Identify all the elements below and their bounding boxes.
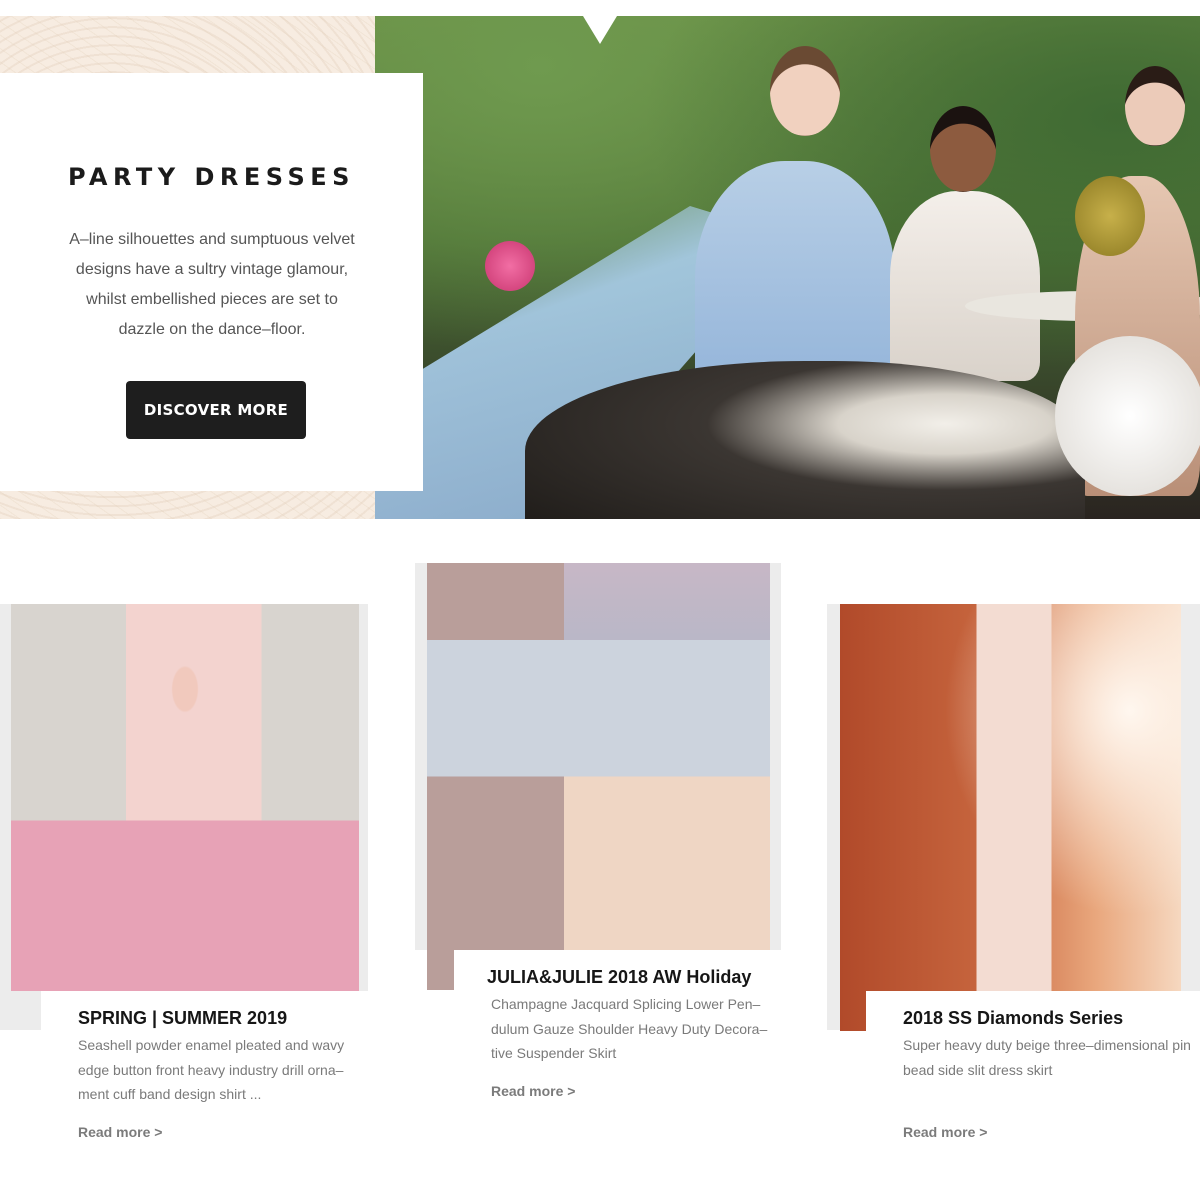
product-card-3-image[interactable] (840, 604, 1181, 1031)
product-card-2-image[interactable] (427, 563, 770, 990)
discover-more-button[interactable]: DISCOVER MORE (126, 381, 306, 439)
product-card-3-read-more-link[interactable]: Read more > (903, 1124, 987, 1140)
hero-title: PARTY DRESSES (68, 163, 355, 191)
hero-notch-indicator (583, 16, 617, 44)
hero-description: A–line silhouettes and sumptuous velvet … (69, 231, 355, 338)
product-card-2-title[interactable]: JULIA&JULIE 2018 AW Holiday (487, 967, 751, 988)
product-card-1-read-more-link[interactable]: Read more > (78, 1124, 162, 1140)
hero-banner: PARTY DRESSES A–line silhouettes and sum… (0, 16, 1200, 519)
product-card-1-image[interactable] (11, 604, 359, 991)
product-card-3-title[interactable]: 2018 SS Diamonds Series (903, 1008, 1123, 1029)
product-card-2-read-more-link[interactable]: Read more > (491, 1083, 575, 1099)
product-card-2: JULIA&JULIE 2018 AW Holiday Champagne Ja… (454, 950, 781, 1140)
product-card-3-description: Super heavy duty beige three–dimensional… (903, 1037, 1191, 1078)
hero-text-card: PARTY DRESSES A–line silhouettes and sum… (0, 73, 423, 491)
product-card-1-description: Seashell powder enamel pleated and wavy … (78, 1037, 345, 1102)
product-card-1: SPRING | SUMMER 2019 Seashell powder ena… (41, 991, 368, 1181)
product-card-3: 2018 SS Diamonds Series Super heavy duty… (866, 991, 1200, 1181)
product-card-2-description: Champagne Jacquard Splicing Lower Pen–du… (491, 996, 768, 1061)
product-card-1-title[interactable]: SPRING | SUMMER 2019 (78, 1008, 287, 1029)
hero-photo (375, 16, 1200, 519)
